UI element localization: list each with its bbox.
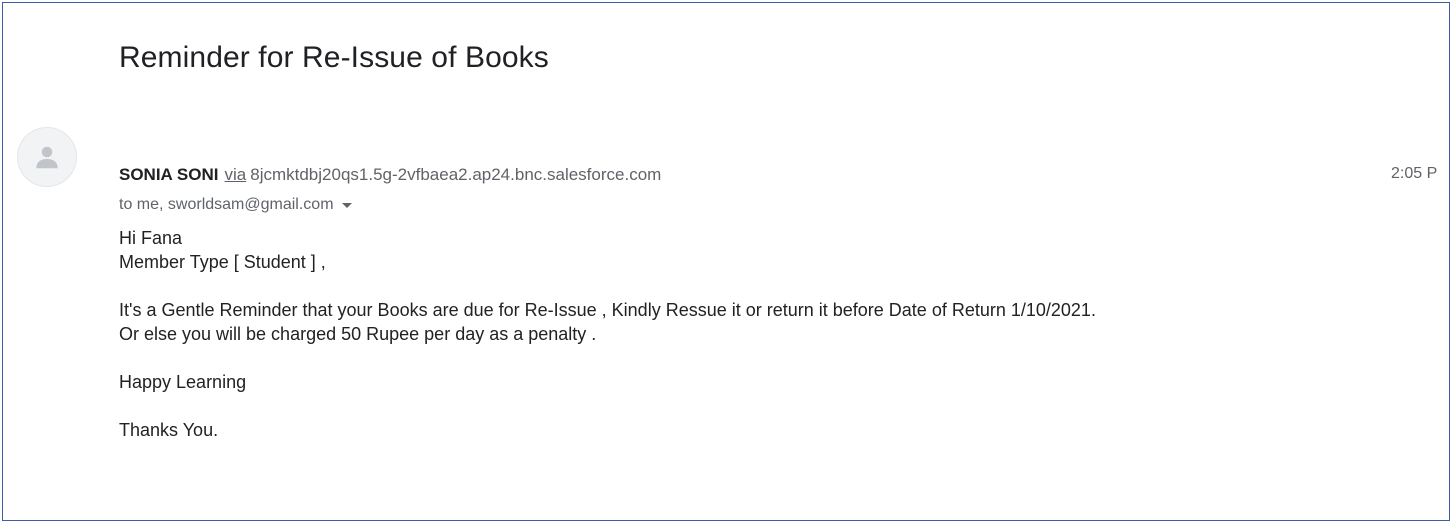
body-closing: Happy Learning	[119, 372, 247, 392]
sender-domain: 8jcmktdbj20qs1.5g-2vfbaea2.ap24.bnc.sale…	[250, 165, 662, 184]
sender-line: SONIA SONI via 8jcmktdbj20qs1.5g-2vfbaea2.…	[119, 165, 661, 185]
email-timestamp[interactable]: 2:05 P	[1391, 165, 1437, 183]
chevron-down-icon[interactable]	[341, 202, 352, 208]
email-body: Hi Fana Member Type [ Student ] , It's a…	[119, 226, 1096, 442]
body-greeting: Hi Fana	[119, 228, 183, 248]
sender-avatar[interactable]	[17, 127, 77, 187]
body-penalty: Or else you will be charged 50 Rupee per…	[119, 324, 597, 344]
email-viewer: Reminder for Re-Issue of Books SONIA SON…	[2, 2, 1450, 521]
sender-name[interactable]: SONIA SONI	[119, 165, 219, 184]
body-signoff: Thanks You.	[119, 420, 219, 440]
recipients-text: to me, sworldsam@gmail.com	[119, 196, 334, 213]
recipients-line[interactable]: to me, sworldsam@gmail.com	[119, 196, 352, 214]
body-member-type: Member Type [ Student ] ,	[119, 252, 326, 272]
email-subject: Reminder for Re-Issue of Books	[119, 41, 549, 74]
person-icon	[36, 146, 58, 169]
via-link[interactable]: via	[225, 165, 247, 184]
body-reminder: It's a Gentle Reminder that your Books a…	[119, 300, 1096, 320]
